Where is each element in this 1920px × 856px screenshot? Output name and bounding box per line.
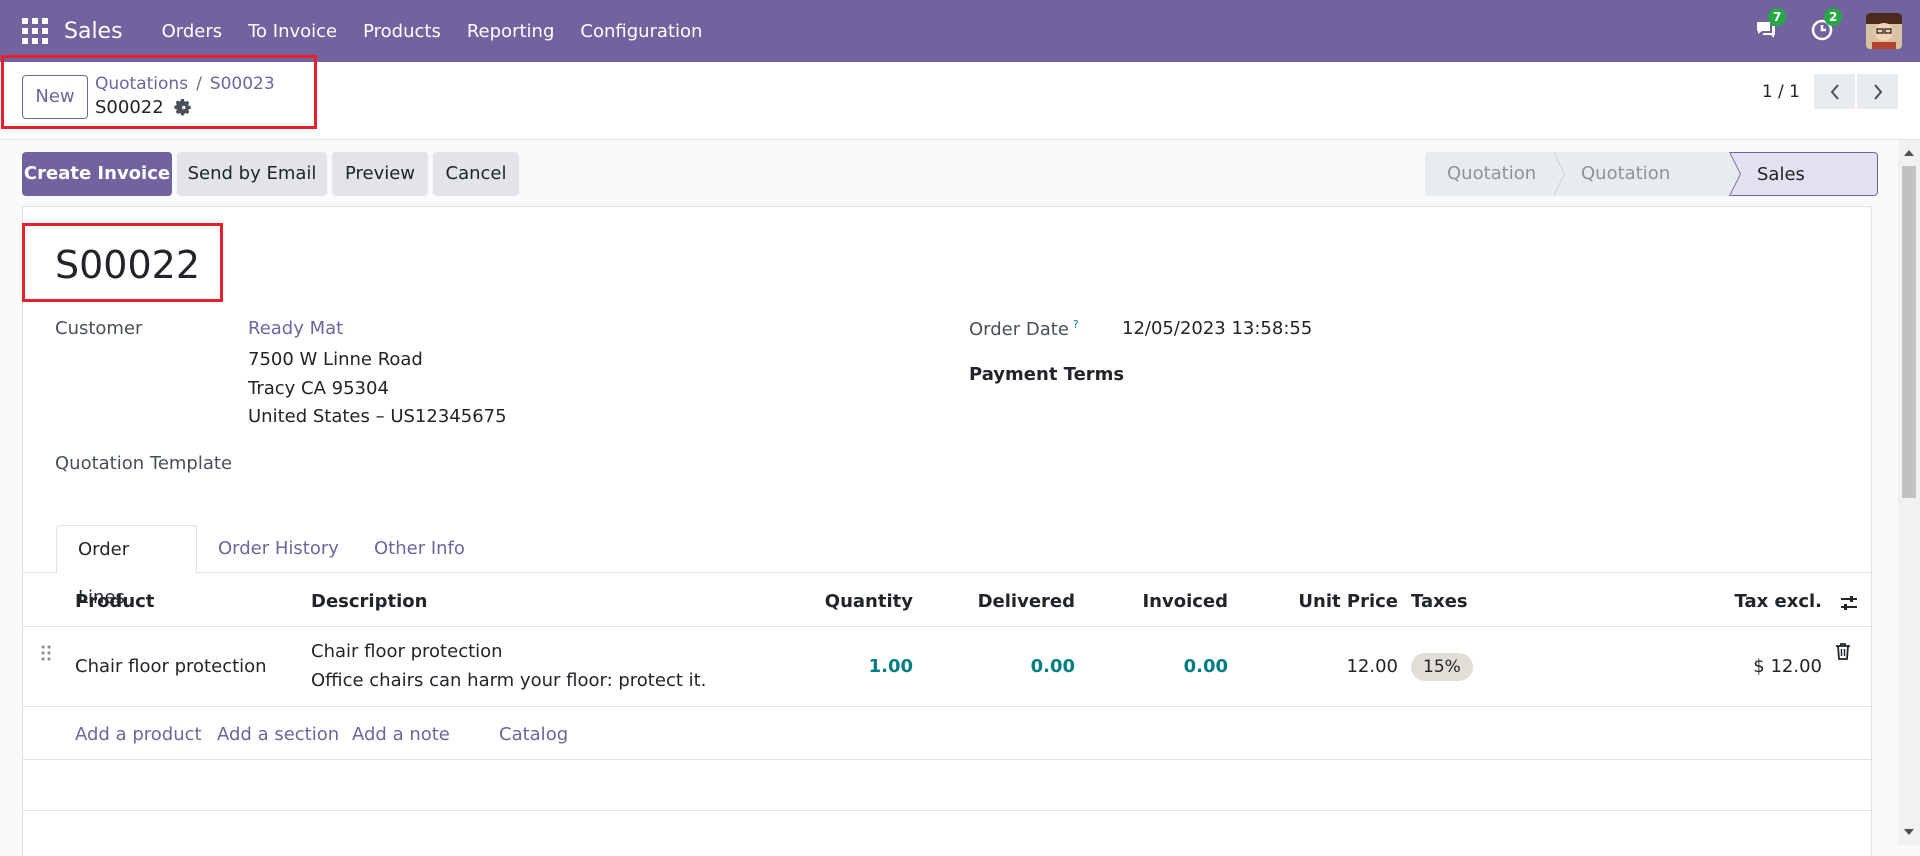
line-delivered[interactable]: 0.00 bbox=[1031, 656, 1075, 677]
new-button[interactable]: New bbox=[22, 75, 88, 119]
record-name-text: S00022 bbox=[95, 97, 164, 118]
order-date-help-icon[interactable]: ? bbox=[1073, 318, 1079, 331]
customer-address-line-2: Tracy CA 95304 bbox=[248, 378, 389, 399]
scroll-down-arrow-icon[interactable] bbox=[1904, 829, 1914, 835]
order-date-label: Order Date? bbox=[969, 318, 1079, 340]
line-product[interactable]: Chair floor protection bbox=[75, 656, 267, 677]
pager-value[interactable]: 1 / 1 bbox=[1762, 82, 1800, 102]
user-avatar[interactable] bbox=[1866, 13, 1902, 49]
activities-count-badge: 2 bbox=[1824, 8, 1843, 26]
quotation-template-label: Quotation Template bbox=[55, 453, 233, 474]
create-invoice-button[interactable]: Create Invoice bbox=[22, 152, 172, 196]
column-description[interactable]: Description bbox=[311, 591, 427, 612]
column-unit-price[interactable]: Unit Price bbox=[1298, 591, 1398, 612]
header-separator bbox=[23, 626, 1871, 627]
line-description-1[interactable]: Chair floor protection bbox=[311, 641, 503, 662]
menu-reporting[interactable]: Reporting bbox=[454, 21, 568, 42]
optional-columns-icon[interactable] bbox=[1839, 593, 1859, 613]
chevron-left-icon bbox=[1830, 83, 1839, 100]
tab-other-info[interactable]: Other Info bbox=[353, 525, 486, 574]
preview-button[interactable]: Preview bbox=[332, 152, 428, 196]
row-separator bbox=[23, 759, 1871, 760]
stage-quotation-label: Quotation bbox=[1447, 163, 1537, 184]
tab-order-history[interactable]: Order History bbox=[197, 525, 360, 574]
pager: 1 / 1 bbox=[1762, 74, 1898, 109]
pager-previous-button[interactable] bbox=[1814, 74, 1855, 109]
column-tax-excl[interactable]: Tax excl. bbox=[1735, 591, 1822, 612]
breadcrumb-separator: / bbox=[196, 74, 202, 94]
menu-orders[interactable]: Orders bbox=[149, 21, 236, 42]
tab-order-lines[interactable]: Order Lines bbox=[56, 525, 197, 608]
order-date-value[interactable]: 12/05/2023 13:58:55 bbox=[1122, 318, 1312, 339]
order-title: S00022 bbox=[55, 243, 201, 287]
app-brand[interactable]: Sales bbox=[64, 19, 123, 44]
line-subtotal: $ 12.00 bbox=[1753, 656, 1822, 677]
line-unit-price[interactable]: 12.00 bbox=[1346, 656, 1398, 677]
add-section-link[interactable]: Add a section bbox=[217, 724, 339, 745]
apps-menu-icon[interactable] bbox=[22, 18, 48, 44]
row-separator bbox=[23, 706, 1871, 707]
column-delivered[interactable]: Delivered bbox=[978, 591, 1075, 612]
menu-configuration[interactable]: Configuration bbox=[567, 21, 715, 42]
stage-quotation-sent[interactable]: Quotation Sent bbox=[1553, 152, 1741, 228]
scroll-thumb[interactable] bbox=[1902, 166, 1916, 498]
add-product-link[interactable]: Add a product bbox=[75, 724, 202, 745]
menu-to-invoice[interactable]: To Invoice bbox=[235, 21, 350, 42]
line-invoiced[interactable]: 0.00 bbox=[1184, 656, 1228, 677]
order-date-label-text: Order Date bbox=[969, 319, 1069, 340]
page-scrollbar[interactable] bbox=[1898, 140, 1920, 845]
breadcrumb: Quotations / S00023 bbox=[95, 74, 275, 94]
menu-products[interactable]: Products bbox=[350, 21, 454, 42]
catalog-link[interactable]: Catalog bbox=[499, 724, 568, 745]
stage-quotation[interactable]: Quotation bbox=[1425, 152, 1565, 196]
gear-icon[interactable] bbox=[174, 99, 191, 116]
line-description-2[interactable]: Office chairs can harm your floor: prote… bbox=[311, 670, 706, 691]
breadcrumb-quotations[interactable]: Quotations bbox=[95, 74, 188, 94]
column-product[interactable]: Product bbox=[75, 591, 154, 612]
activities-button[interactable]: 2 bbox=[1810, 8, 1843, 44]
add-note-link[interactable]: Add a note bbox=[352, 724, 450, 745]
chevron-right-icon bbox=[1873, 83, 1882, 100]
customer-address-line-3: United States – US12345675 bbox=[248, 406, 507, 427]
control-panel: New Quotations / S00023 S00022 1 / 1 bbox=[0, 62, 1920, 140]
messages-count-badge: 7 bbox=[1768, 8, 1787, 26]
form-sheet: S00022 Customer Ready Mat 7500 W Linne R… bbox=[22, 206, 1872, 856]
stage-sales-order[interactable]: Sales Order bbox=[1729, 152, 1878, 229]
top-navbar: Sales Orders To Invoice Products Reporti… bbox=[0, 0, 1920, 62]
scroll-up-arrow-icon[interactable] bbox=[1904, 150, 1914, 156]
status-stages: Quotation Quotation Sent Sales Order bbox=[1425, 152, 1878, 229]
notebook-tabs: Order Lines Order History Other Info bbox=[23, 517, 1871, 608]
record-name: S00022 bbox=[95, 97, 191, 118]
messages-button[interactable]: 7 bbox=[1754, 8, 1787, 44]
main-menu: Orders To Invoice Products Reporting Con… bbox=[149, 21, 716, 42]
cancel-button[interactable]: Cancel bbox=[433, 152, 519, 196]
line-quantity[interactable]: 1.00 bbox=[869, 656, 913, 677]
breadcrumb-s00023[interactable]: S00023 bbox=[210, 74, 275, 94]
pager-next-button[interactable] bbox=[1857, 74, 1898, 109]
column-quantity[interactable]: Quantity bbox=[825, 591, 913, 612]
payment-terms-label: Payment Terms bbox=[969, 364, 1125, 385]
customer-label: Customer bbox=[55, 318, 143, 339]
column-taxes[interactable]: Taxes bbox=[1411, 591, 1468, 612]
status-bar: Create Invoice Send by Email Preview Can… bbox=[0, 140, 1920, 229]
customer-name[interactable]: Ready Mat bbox=[248, 318, 343, 339]
drag-handle-icon[interactable] bbox=[40, 644, 52, 662]
row-separator bbox=[23, 810, 1871, 811]
trash-icon[interactable] bbox=[1835, 642, 1851, 660]
systray: 7 2 bbox=[1754, 0, 1920, 62]
line-tax-badge[interactable]: 15% bbox=[1411, 653, 1473, 681]
send-by-email-button[interactable]: Send by Email bbox=[177, 152, 327, 196]
column-invoiced[interactable]: Invoiced bbox=[1142, 591, 1228, 612]
customer-address-line-1: 7500 W Linne Road bbox=[248, 349, 423, 370]
